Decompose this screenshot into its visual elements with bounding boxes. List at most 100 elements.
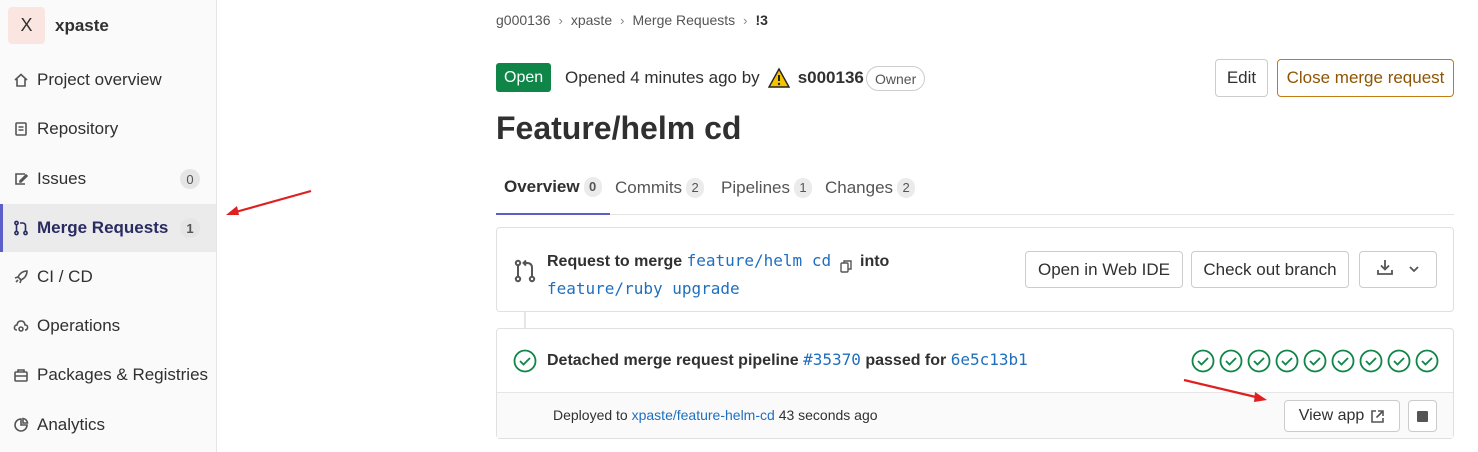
view-app-button[interactable]: View app (1284, 400, 1400, 432)
pipeline-widget: Detached merge request pipeline #35370 p… (496, 328, 1454, 439)
download-icon (1376, 258, 1394, 281)
pipeline-id-link[interactable]: #35370 (803, 350, 861, 369)
tab-count: 2 (686, 177, 705, 198)
sidebar-item-label: Project overview (37, 70, 162, 89)
pipeline-passed-text: passed for (865, 352, 947, 369)
project-avatar[interactable]: X (8, 7, 45, 44)
chevron-right-icon: › (620, 12, 625, 28)
breadcrumb: g000136 › xpaste › Merge Requests › !3 (496, 12, 768, 28)
tab-changes[interactable]: Changes 2 (817, 160, 923, 215)
stop-environment-button[interactable] (1408, 400, 1437, 432)
breadcrumb-current[interactable]: !3 (756, 12, 768, 28)
open-web-ide-button[interactable]: Open in Web IDE (1025, 251, 1183, 288)
pipeline-prefix: Detached merge request pipeline (547, 352, 799, 369)
sidebar-item-label: Operations (37, 316, 121, 335)
sidebar-item-label: Merge Requests (37, 218, 169, 237)
document-icon (13, 121, 29, 137)
breadcrumb-group[interactable]: g000136 (496, 12, 551, 28)
sidebar-item-ci-cd[interactable]: CI / CD (0, 253, 216, 301)
chevron-right-icon: › (558, 12, 563, 28)
sidebar-item-merge-requests[interactable]: Merge Requests 1 (0, 204, 216, 252)
issues-count-badge: 0 (180, 169, 200, 189)
author-name[interactable]: s000136 (798, 68, 864, 88)
merge-into-text: into (860, 253, 890, 270)
stage-success-icon[interactable] (1247, 349, 1271, 373)
sidebar-item-issues[interactable]: Issues 0 (0, 155, 216, 203)
environment-link[interactable]: xpaste/feature-helm-cd (632, 407, 775, 423)
stage-success-icon[interactable] (1219, 349, 1243, 373)
chevron-right-icon: › (743, 12, 748, 28)
sidebar-item-analytics[interactable]: Analytics (0, 401, 216, 449)
source-branch-link[interactable]: feature/helm cd (687, 251, 832, 270)
stop-icon (1417, 410, 1428, 422)
sidebar-item-repository[interactable]: Repository (0, 105, 216, 153)
role-badge: Owner (866, 66, 926, 91)
home-icon (13, 72, 29, 88)
sidebar-item-operations[interactable]: Operations (0, 302, 216, 350)
sidebar-item-label: CI / CD (37, 267, 93, 286)
chevron-down-icon (1408, 260, 1420, 280)
deployment-row: Deployed to xpaste/feature-helm-cd 43 se… (497, 392, 1453, 438)
tab-pipelines[interactable]: Pipelines 1 (713, 160, 820, 215)
merge-request-icon (513, 259, 537, 283)
pipeline-description: Detached merge request pipeline #35370 p… (547, 350, 1028, 370)
sidebar: X xpaste Project overview Repository Iss… (0, 0, 217, 452)
stage-success-icon[interactable] (1415, 349, 1439, 373)
close-merge-request-button[interactable]: Close merge request (1277, 59, 1454, 97)
issues-icon (13, 171, 29, 187)
project-name[interactable]: xpaste (55, 16, 109, 36)
download-dropdown-button[interactable] (1359, 251, 1437, 288)
stage-success-icon[interactable] (1303, 349, 1327, 373)
merge-requests-count-badge: 1 (180, 218, 200, 238)
chart-icon (13, 417, 29, 433)
commit-sha-link[interactable]: 6e5c13b1 (951, 350, 1028, 369)
tab-count: 0 (583, 176, 602, 197)
package-icon (13, 367, 29, 383)
sidebar-item-project-overview[interactable]: Project overview (0, 56, 216, 104)
tab-label: Commits (615, 177, 683, 197)
tab-count: 1 (794, 177, 812, 198)
merge-prefix: Request to merge (547, 253, 683, 270)
sidebar-item-label: Analytics (37, 415, 106, 434)
sidebar-item-label: Packages & Registries (37, 365, 209, 384)
rocket-icon (13, 269, 29, 285)
edit-button[interactable]: Edit (1215, 59, 1268, 97)
cloud-gear-icon (13, 318, 29, 334)
stage-success-icon[interactable] (1275, 349, 1299, 373)
tab-count: 2 (897, 177, 916, 198)
view-app-label: View app (1298, 407, 1365, 424)
mr-tabs: Overview 0 Commits 2 Pipelines 1 Changes… (496, 160, 1454, 215)
breadcrumb-project[interactable]: xpaste (571, 12, 612, 28)
check-out-branch-button[interactable]: Check out branch (1191, 251, 1349, 288)
tab-label: Changes (825, 177, 894, 197)
target-branch-link[interactable]: feature/ruby upgrade (547, 279, 740, 298)
merge-description: Request to merge feature/helm cd into fe… (547, 247, 889, 303)
merge-request-icon (13, 220, 29, 236)
tab-commits[interactable]: Commits 2 (607, 160, 712, 215)
sidebar-item-label: Issues (37, 169, 87, 188)
opened-text: Opened 4 minutes ago by (565, 68, 760, 87)
external-link-icon (1370, 409, 1385, 424)
tab-label: Overview (504, 176, 580, 196)
sidebar-item-label: Repository (37, 119, 119, 138)
deployment-time: 43 seconds ago (778, 407, 878, 423)
breadcrumb-merge-requests[interactable]: Merge Requests (632, 12, 735, 28)
copy-icon[interactable] (839, 255, 852, 273)
tab-label: Pipelines (721, 177, 790, 197)
opened-info: Opened 4 minutes ago by s000136 (565, 67, 864, 89)
project-header[interactable]: X xpaste (8, 7, 109, 44)
tab-overview[interactable]: Overview 0 (496, 160, 610, 215)
deployment-prefix: Deployed to (553, 407, 628, 423)
author-avatar[interactable] (767, 67, 790, 89)
stage-success-icon[interactable] (1387, 349, 1411, 373)
sidebar-item-packages-registries[interactable]: Packages & Registries (0, 351, 216, 399)
merge-request-widget: Request to merge feature/helm cd into fe… (496, 227, 1454, 312)
pipeline-stages (1187, 349, 1439, 373)
stage-success-icon[interactable] (1191, 349, 1215, 373)
status-badge: Open (496, 63, 552, 92)
stage-success-icon[interactable] (1331, 349, 1355, 373)
timeline-connector (524, 312, 526, 328)
deployment-info: Deployed to xpaste/feature-helm-cd 43 se… (553, 407, 878, 423)
stage-success-icon[interactable] (1359, 349, 1383, 373)
status-success-icon[interactable] (513, 349, 537, 373)
